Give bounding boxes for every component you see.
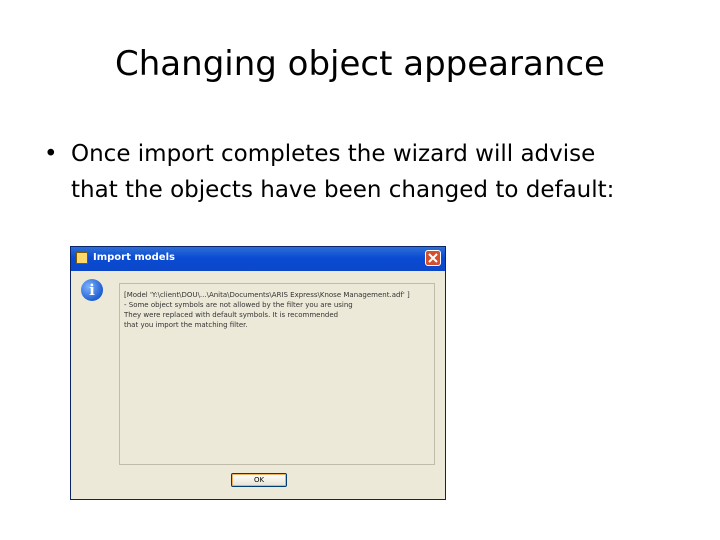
message-line: They were replaced with default symbols.… [124,311,339,319]
import-models-dialog: Import models i [Model 'Y:\client\DOU\..… [70,246,446,500]
close-icon [428,253,438,263]
close-button[interactable] [425,250,441,266]
message-line: [Model 'Y:\client\DOU\...\Anita\Document… [124,291,410,299]
bullet-dot: • [44,141,58,167]
info-icon: i [81,279,103,301]
message-line: that you import the matching filter. [124,321,248,329]
slide-title: Changing object appearance [115,44,605,84]
dialog-titlebar[interactable]: Import models [71,247,445,271]
message-line: - Some object symbols are not allowed by… [124,301,353,309]
bullet-text: Once import completes the wizard will ad… [71,136,691,208]
bullet-line-1: Once import completes the wizard will ad… [71,141,596,167]
bullet-line-2: that the objects have been changed to de… [71,177,615,203]
dialog-title: Import models [93,252,175,263]
folder-icon [76,252,88,264]
message-text-area[interactable]: [Model 'Y:\client\DOU\...\Anita\Document… [119,283,435,465]
ok-button[interactable]: OK [231,473,287,487]
